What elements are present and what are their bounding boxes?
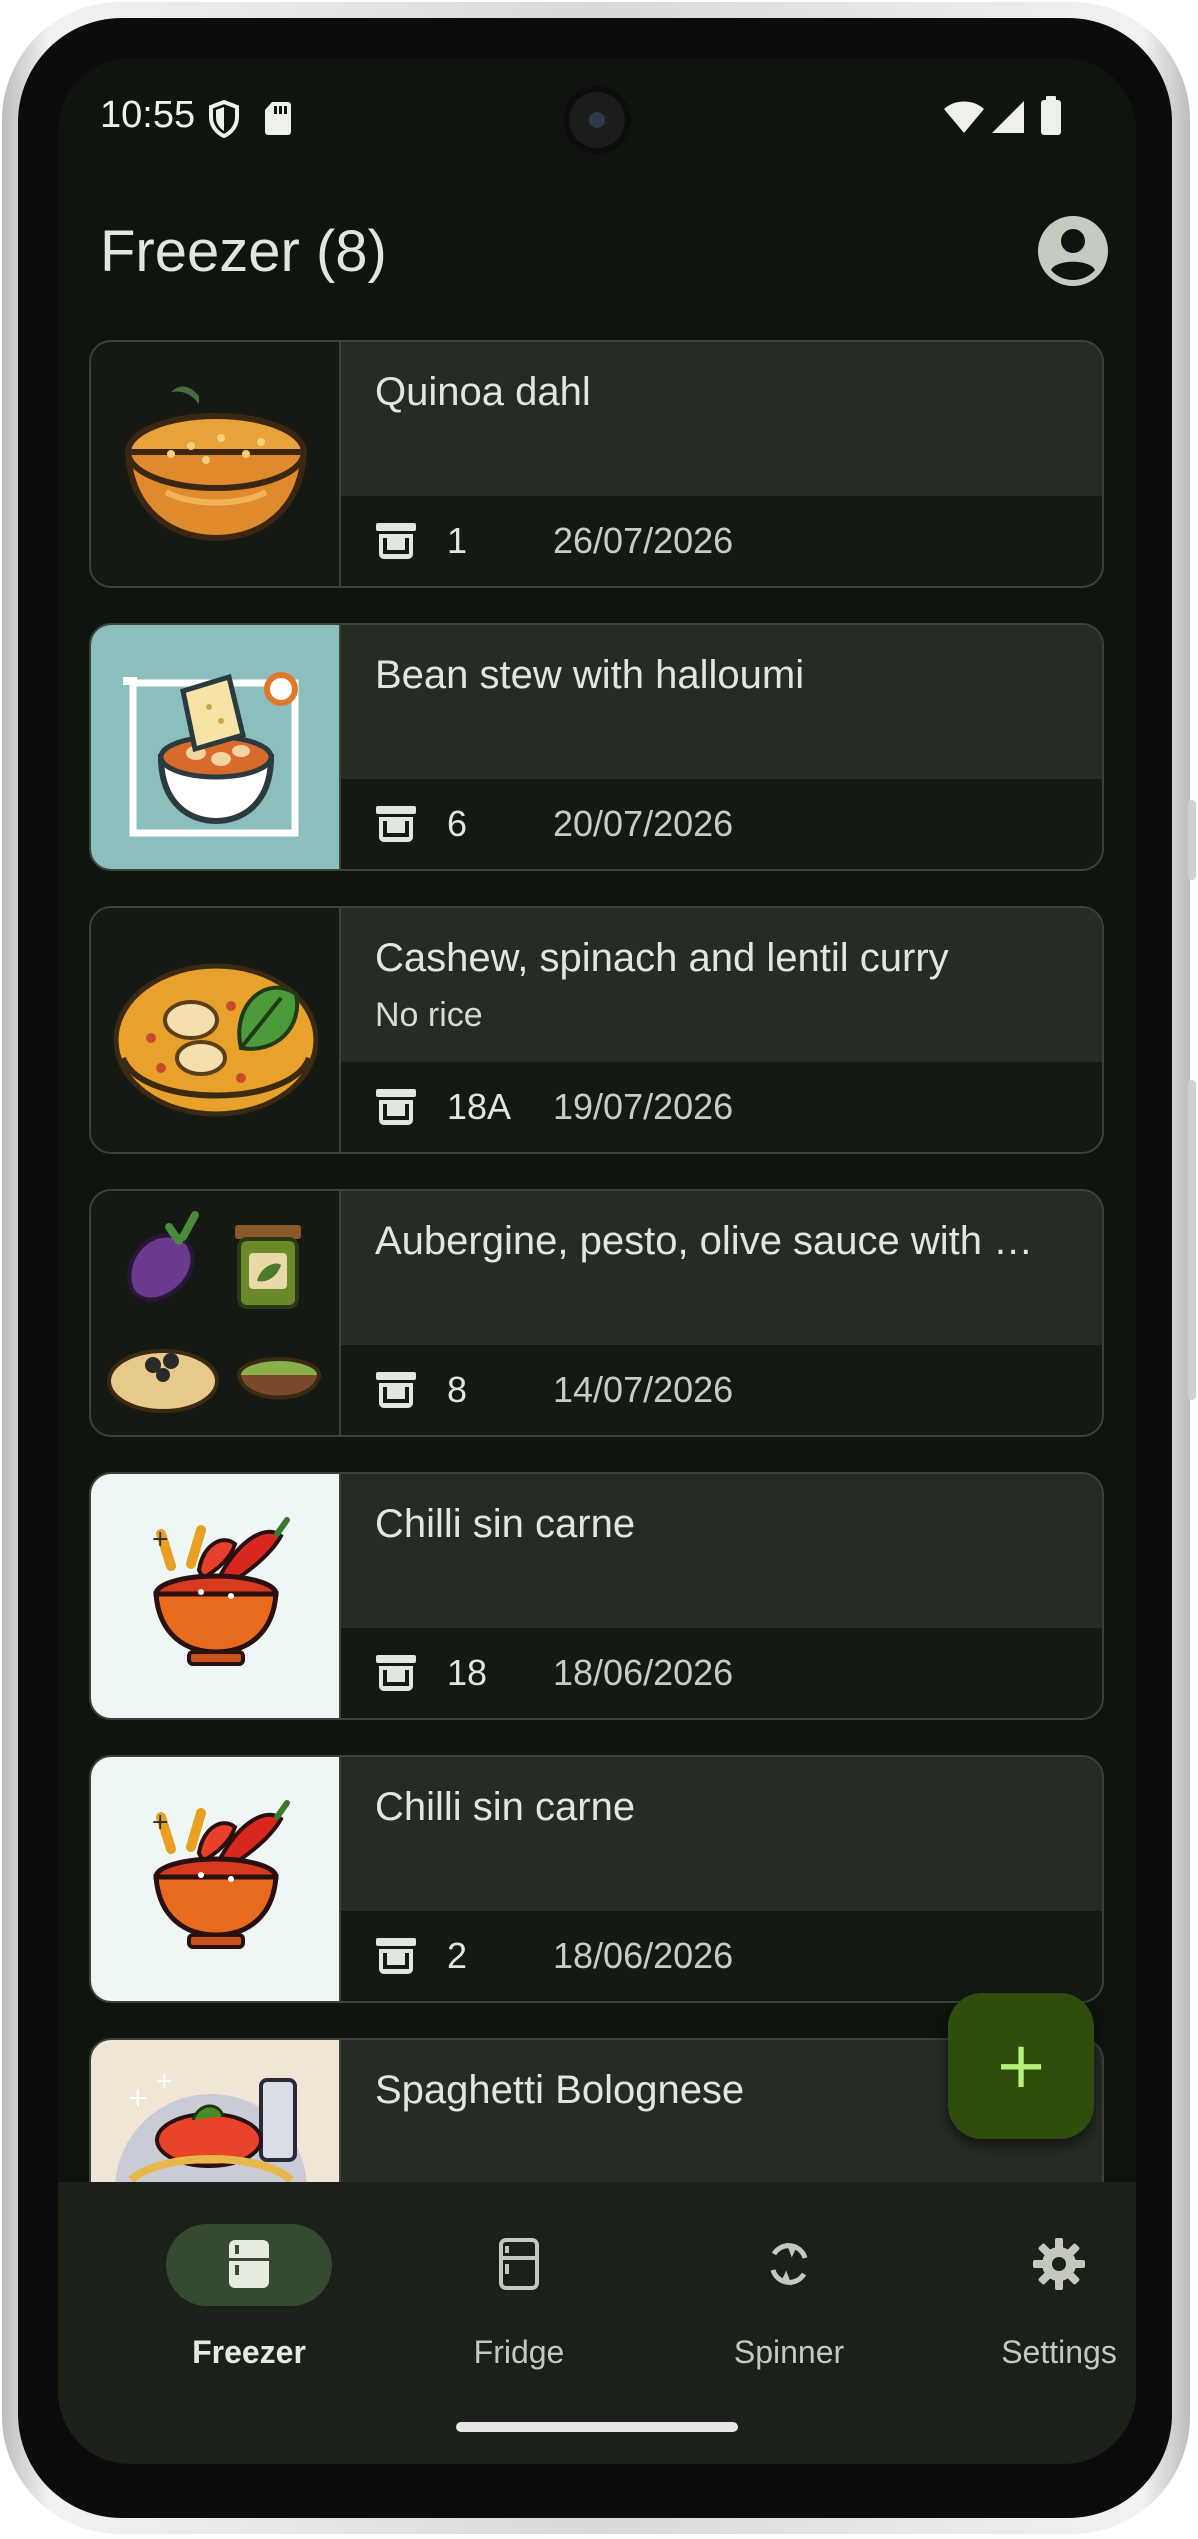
aubergine-pesto-image: [107, 1211, 321, 1413]
item-thumbnail: +: [91, 1474, 341, 1718]
item-date: 26/07/2026: [553, 520, 734, 561]
status-time: 10:55: [100, 94, 196, 136]
page-title: Freezer (8): [100, 219, 387, 284]
dahl-bowl-image: [124, 386, 308, 542]
phone-volume-button: [1188, 1080, 1196, 1400]
nav-label-settings: Settings: [1001, 2334, 1117, 2370]
front-camera: [563, 86, 631, 154]
account-icon[interactable]: [1038, 216, 1108, 286]
item-header: Chilli sin carne: [341, 1757, 1102, 1911]
nav-item-freezer[interactable]: Freezer: [114, 2210, 384, 2370]
item-quantity: 2: [447, 1935, 468, 1976]
list-item[interactable]: Aubergine, pesto, olive sauce with … 8 1…: [89, 1189, 1104, 1437]
list-item[interactable]: + Chilli sin carne 18 18/06/2026: [89, 1472, 1104, 1720]
item-quantity: 1: [447, 520, 468, 561]
gear-icon: [1033, 2238, 1085, 2290]
item-header: Aubergine, pesto, olive sauce with …: [341, 1191, 1102, 1345]
nav-item-spinner[interactable]: Spinner: [654, 2210, 924, 2370]
svg-text:+: +: [151, 1527, 169, 1552]
item-quantity: 18A: [447, 1086, 512, 1127]
container-icon: [376, 1655, 416, 1691]
item-title: Cashew, spinach and lentil curry: [375, 936, 949, 980]
item-header: Chilli sin carne: [341, 1474, 1102, 1628]
svg-text:+: +: [127, 2083, 149, 2113]
item-date: 20/07/2026: [553, 803, 734, 844]
item-title: Chilli sin carne: [375, 1502, 636, 1546]
freezer-icon: [229, 2240, 269, 2288]
item-quantity: 18: [447, 1652, 488, 1693]
item-header: Cashew, spinach and lentil curry No rice: [341, 908, 1102, 1062]
freezer-list: Quinoa dahl 1 26/07/2026 Bean stew with …: [58, 340, 1136, 2240]
container-icon: [376, 1372, 416, 1408]
nav-item-fridge[interactable]: Fridge: [384, 2210, 654, 2370]
item-quantity: 6: [447, 803, 468, 844]
add-item-button[interactable]: +: [948, 1993, 1094, 2139]
item-thumbnail: [91, 625, 341, 869]
svg-text:+: +: [155, 2069, 173, 2094]
plus-icon: +: [994, 2029, 1048, 2103]
item-date: 18/06/2026: [553, 1652, 734, 1693]
item-details: 18A 19/07/2026: [341, 1062, 1102, 1152]
item-thumbnail: +: [91, 1757, 341, 2001]
wifi-icon: [944, 101, 984, 133]
shield-icon: [209, 100, 239, 138]
container-icon: [376, 523, 416, 559]
battery-icon: [1041, 96, 1061, 135]
nav-item-settings[interactable]: Settings: [924, 2210, 1136, 2370]
item-date: 18/06/2026: [553, 1935, 734, 1976]
phone-side-button: [1188, 800, 1196, 880]
home-indicator[interactable]: [456, 2422, 738, 2432]
item-header: Quinoa dahl: [341, 342, 1102, 496]
item-title: Chilli sin carne: [375, 1785, 636, 1829]
item-date: 19/07/2026: [553, 1086, 734, 1127]
container-icon: [376, 1938, 416, 1974]
svg-text:+: +: [151, 1810, 169, 1835]
screen: 10:55 Freezer (8) Quinoa dahl 1 26/07/20…: [58, 58, 1136, 2464]
item-details: 8 14/07/2026: [341, 1345, 1102, 1435]
nav-label-spinner: Spinner: [733, 2334, 845, 2370]
item-date: 14/07/2026: [553, 1369, 734, 1410]
item-details: 6 20/07/2026: [341, 779, 1102, 869]
chilli-bowl-image: +: [151, 1517, 290, 1666]
item-thumbnail: [91, 1191, 341, 1435]
refresh-icon: [770, 2242, 808, 2286]
item-title: Bean stew with halloumi: [375, 653, 805, 697]
signal-icon: [992, 101, 1024, 133]
fridge-icon: [499, 2238, 539, 2290]
chilli-bowl-image: +: [151, 1800, 290, 1949]
item-header: Bean stew with halloumi: [341, 625, 1102, 779]
item-details: 1 26/07/2026: [341, 496, 1102, 586]
nav-label-freezer: Freezer: [192, 2334, 306, 2370]
container-icon: [376, 806, 416, 842]
bean-stew-image: [123, 672, 299, 837]
phone-frame: 10:55 Freezer (8) Quinoa dahl 1 26/07/20…: [0, 0, 1198, 2539]
item-thumbnail: [91, 908, 341, 1152]
curry-bowl-image: [113, 963, 319, 1117]
list-item[interactable]: Cashew, spinach and lentil curry No rice…: [89, 906, 1104, 1154]
list-item[interactable]: + Chilli sin carne 2 18/06/2026: [89, 1755, 1104, 2003]
item-details: 2 18/06/2026: [341, 1911, 1102, 2001]
item-note: No rice: [375, 996, 483, 1034]
item-thumbnail: [91, 342, 341, 586]
item-details: 18 18/06/2026: [341, 1628, 1102, 1718]
status-bar: 10:55: [58, 58, 1136, 178]
list-item[interactable]: Quinoa dahl 1 26/07/2026: [89, 340, 1104, 588]
item-title: Quinoa dahl: [375, 370, 591, 414]
item-title: Aubergine, pesto, olive sauce with …: [375, 1219, 1034, 1263]
container-icon: [376, 1089, 416, 1125]
list-item[interactable]: Bean stew with halloumi 6 20/07/2026: [89, 623, 1104, 871]
sd-card-icon: [265, 102, 291, 135]
item-quantity: 8: [447, 1369, 468, 1410]
nav-label-fridge: Fridge: [473, 2334, 565, 2370]
